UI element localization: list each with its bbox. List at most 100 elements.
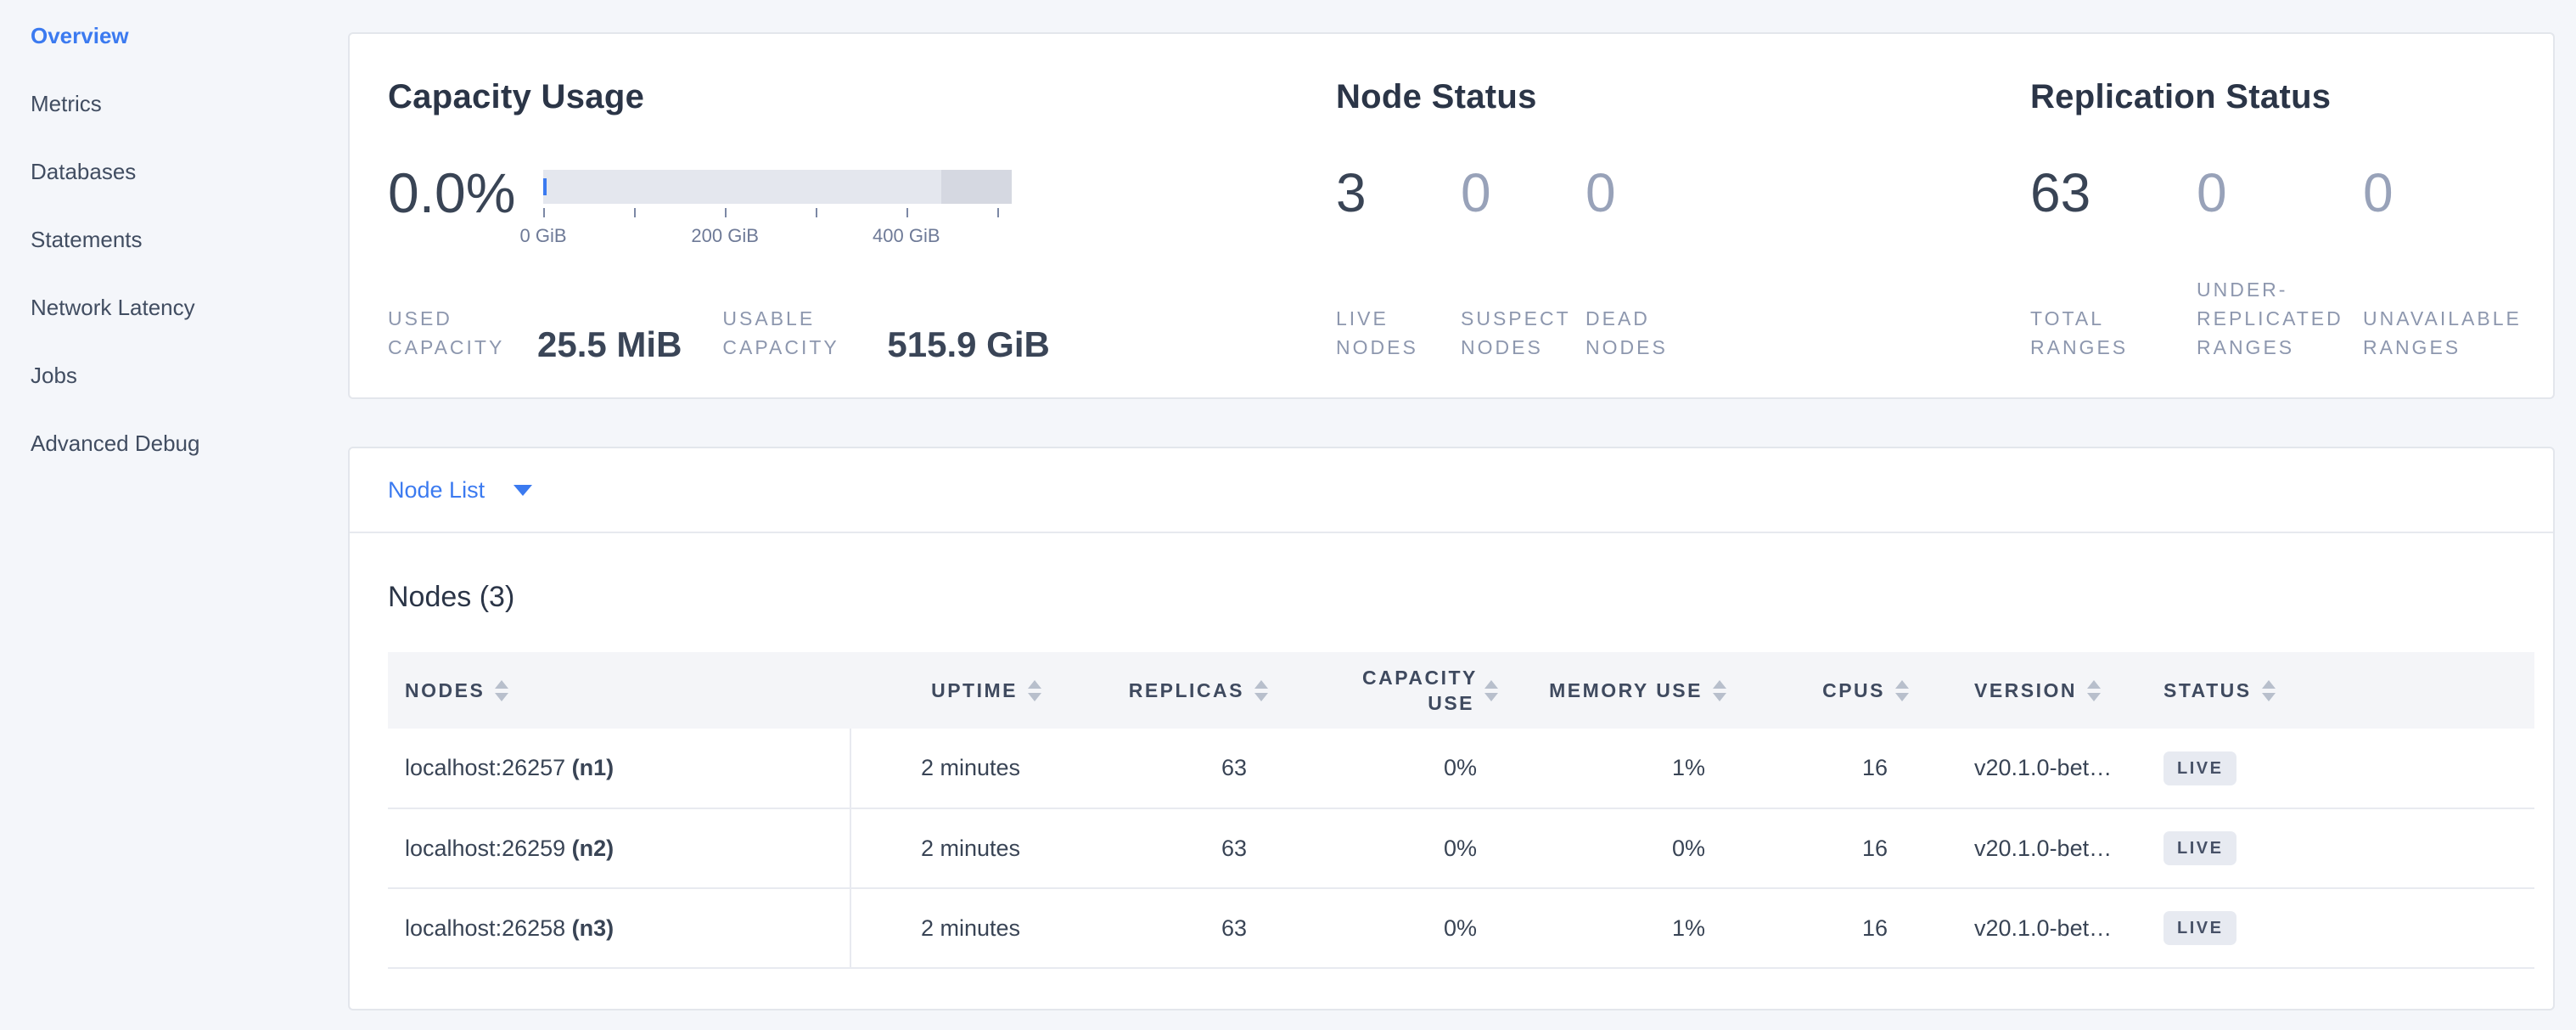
version-cell: v20.1.0-bet… <box>1930 808 2142 888</box>
node-id: (n3) <box>572 915 615 941</box>
column-header-nodes[interactable]: NODES <box>388 652 850 729</box>
dead-nodes-value: 0 <box>1585 165 1710 221</box>
cpus-cell: 16 <box>1748 888 1930 968</box>
memory-use-cell: 1% <box>1519 888 1748 968</box>
total-ranges-label: TOTAL RANGES <box>2030 304 2197 362</box>
node-status-stats: 3 LIVE NODES 0 SUSPECT NODES 0 DEAD NODE… <box>1336 165 2030 362</box>
replicas-cell: 63 <box>1063 808 1289 888</box>
node-status-title: Node Status <box>1336 76 2030 117</box>
sort-icon <box>1895 680 1909 701</box>
capacity-stats: USED CAPACITY 25.5 MiB USABLE CAPACITY 5… <box>388 304 1336 362</box>
replication-status-stats: 63 TOTAL RANGES 0 UNDER-REPLICATED RANGE… <box>2030 165 2529 362</box>
capacity-use-cell: 0% <box>1289 888 1519 968</box>
uptime-cell: 2 minutes <box>850 888 1063 968</box>
sidebar-item-statements[interactable]: Statements <box>31 228 348 251</box>
column-header-version-label: VERSION <box>1974 678 2077 703</box>
node-list-card-body: Nodes (3) NODES UPTIME REP <box>350 580 2553 969</box>
unavailable-ranges-stat: 0 UNAVAILABLE RANGES <box>2363 165 2529 362</box>
axis-label-400gib: 400 GiB <box>873 225 940 247</box>
sort-icon <box>1713 680 1726 701</box>
capacity-usage-section: Capacity Usage 0.0% <box>388 76 1336 362</box>
suspect-nodes-value: 0 <box>1461 165 1585 221</box>
node-address[interactable]: localhost:26257 <box>405 755 565 780</box>
capacity-axis-ticks <box>543 208 1012 218</box>
under-replicated-ranges-label: UNDER-REPLICATED RANGES <box>2197 275 2363 362</box>
axis-label-0gib: 0 GiB <box>519 225 566 247</box>
column-header-capacity-use[interactable]: CAPACITY USE <box>1289 652 1519 729</box>
cpus-cell: 16 <box>1748 729 1930 808</box>
replication-status-section: Replication Status 63 TOTAL RANGES 0 UND… <box>2030 76 2529 362</box>
version-cell: v20.1.0-bet… <box>1930 888 2142 968</box>
dead-nodes-stat: 0 DEAD NODES <box>1585 165 1710 362</box>
sort-icon <box>495 680 508 701</box>
sidebar-item-overview[interactable]: Overview <box>31 24 348 48</box>
cluster-summary-card: Capacity Usage 0.0% <box>348 32 2555 399</box>
column-header-memory-use[interactable]: MEMORY USE <box>1519 652 1748 729</box>
suspect-nodes-label: SUSPECT NODES <box>1461 304 1585 362</box>
column-header-cpus-label: CPUS <box>1822 678 1885 703</box>
nodes-count-heading: Nodes (3) <box>388 580 2534 614</box>
column-header-status[interactable]: STATUS <box>2142 652 2534 729</box>
caret-down-icon <box>514 485 532 496</box>
table-row[interactable]: localhost:26259 (n2) 2 minutes 63 0% 0% … <box>388 808 2534 888</box>
column-header-memory-use-label: MEMORY USE <box>1549 678 1703 703</box>
sidebar-item-network-latency[interactable]: Network Latency <box>31 295 348 319</box>
node-list-card: Node List Nodes (3) NODES UPTIME <box>348 447 2555 1010</box>
usable-capacity-label: USABLE CAPACITY <box>722 304 867 362</box>
cpus-cell: 16 <box>1748 808 1930 888</box>
column-header-replicas[interactable]: REPLICAS <box>1063 652 1289 729</box>
uptime-cell: 2 minutes <box>850 808 1063 888</box>
capacity-bar-used-segment <box>543 178 547 195</box>
sidebar-item-databases[interactable]: Databases <box>31 160 348 183</box>
column-header-nodes-label: NODES <box>405 678 485 703</box>
capacity-axis-labels: 0 GiB 200 GiB 400 GiB <box>543 225 1012 247</box>
column-header-uptime[interactable]: UPTIME <box>850 652 1063 729</box>
used-capacity-label: USED CAPACITY <box>388 304 517 362</box>
table-row[interactable]: localhost:26258 (n3) 2 minutes 63 0% 1% … <box>388 888 2534 968</box>
capacity-use-cell: 0% <box>1289 808 1519 888</box>
node-id: (n2) <box>572 836 615 861</box>
used-capacity-value: 25.5 MiB <box>537 328 682 362</box>
nodes-table: NODES UPTIME REPLICAS CAPACITY USE MEMOR <box>388 652 2534 969</box>
replicas-cell: 63 <box>1063 729 1289 808</box>
live-nodes-label: LIVE NODES <box>1336 304 1461 362</box>
capacity-gauge: 0.0% 0 GiB <box>388 165 1336 247</box>
node-address[interactable]: localhost:26259 <box>405 836 565 861</box>
capacity-bar-other-segment <box>941 170 1012 204</box>
node-id: (n1) <box>572 755 615 780</box>
capacity-bar-chart: 0 GiB 200 GiB 400 GiB <box>543 170 1012 247</box>
sidebar-item-advanced-debug[interactable]: Advanced Debug <box>31 431 348 455</box>
under-replicated-ranges-stat: 0 UNDER-REPLICATED RANGES <box>2197 165 2363 362</box>
capacity-use-cell: 0% <box>1289 729 1519 808</box>
node-status-section: Node Status 3 LIVE NODES 0 SUSPECT NODES… <box>1336 76 2030 362</box>
unavailable-ranges-label: UNAVAILABLE RANGES <box>2363 304 2529 362</box>
table-row[interactable]: localhost:26257 (n1) 2 minutes 63 0% 1% … <box>388 729 2534 808</box>
node-address[interactable]: localhost:26258 <box>405 915 565 941</box>
uptime-cell: 2 minutes <box>850 729 1063 808</box>
column-header-replicas-label: REPLICAS <box>1129 678 1244 703</box>
usable-capacity-value: 515.9 GiB <box>887 328 1049 362</box>
sidebar-item-jobs[interactable]: Jobs <box>31 363 348 387</box>
column-header-status-label: STATUS <box>2164 678 2252 703</box>
status-badge: LIVE <box>2164 751 2236 785</box>
replication-status-title: Replication Status <box>2030 76 2529 117</box>
sort-icon <box>1484 680 1498 701</box>
sidebar-item-metrics[interactable]: Metrics <box>31 92 348 115</box>
node-list-dropdown[interactable]: Node List <box>388 477 532 503</box>
dead-nodes-label: DEAD NODES <box>1585 304 1710 362</box>
column-header-cpus[interactable]: CPUS <box>1748 652 1930 729</box>
main-content: Capacity Usage 0.0% <box>348 0 2555 1030</box>
capacity-bar-track <box>543 170 1012 204</box>
capacity-usage-title: Capacity Usage <box>388 76 1336 117</box>
usable-capacity-stat: USABLE CAPACITY 515.9 GiB <box>722 304 1049 362</box>
status-badge: LIVE <box>2164 831 2236 865</box>
status-badge: LIVE <box>2164 911 2236 945</box>
live-nodes-value: 3 <box>1336 165 1461 221</box>
column-header-capacity-use-label: CAPACITY USE <box>1362 665 1474 716</box>
table-header-row: NODES UPTIME REPLICAS CAPACITY USE MEMOR <box>388 652 2534 729</box>
column-header-version[interactable]: VERSION <box>1930 652 2142 729</box>
unavailable-ranges-value: 0 <box>2363 165 2529 221</box>
version-cell: v20.1.0-bet… <box>1930 729 2142 808</box>
used-capacity-stat: USED CAPACITY 25.5 MiB <box>388 304 682 362</box>
node-list-dropdown-label: Node List <box>388 477 485 503</box>
